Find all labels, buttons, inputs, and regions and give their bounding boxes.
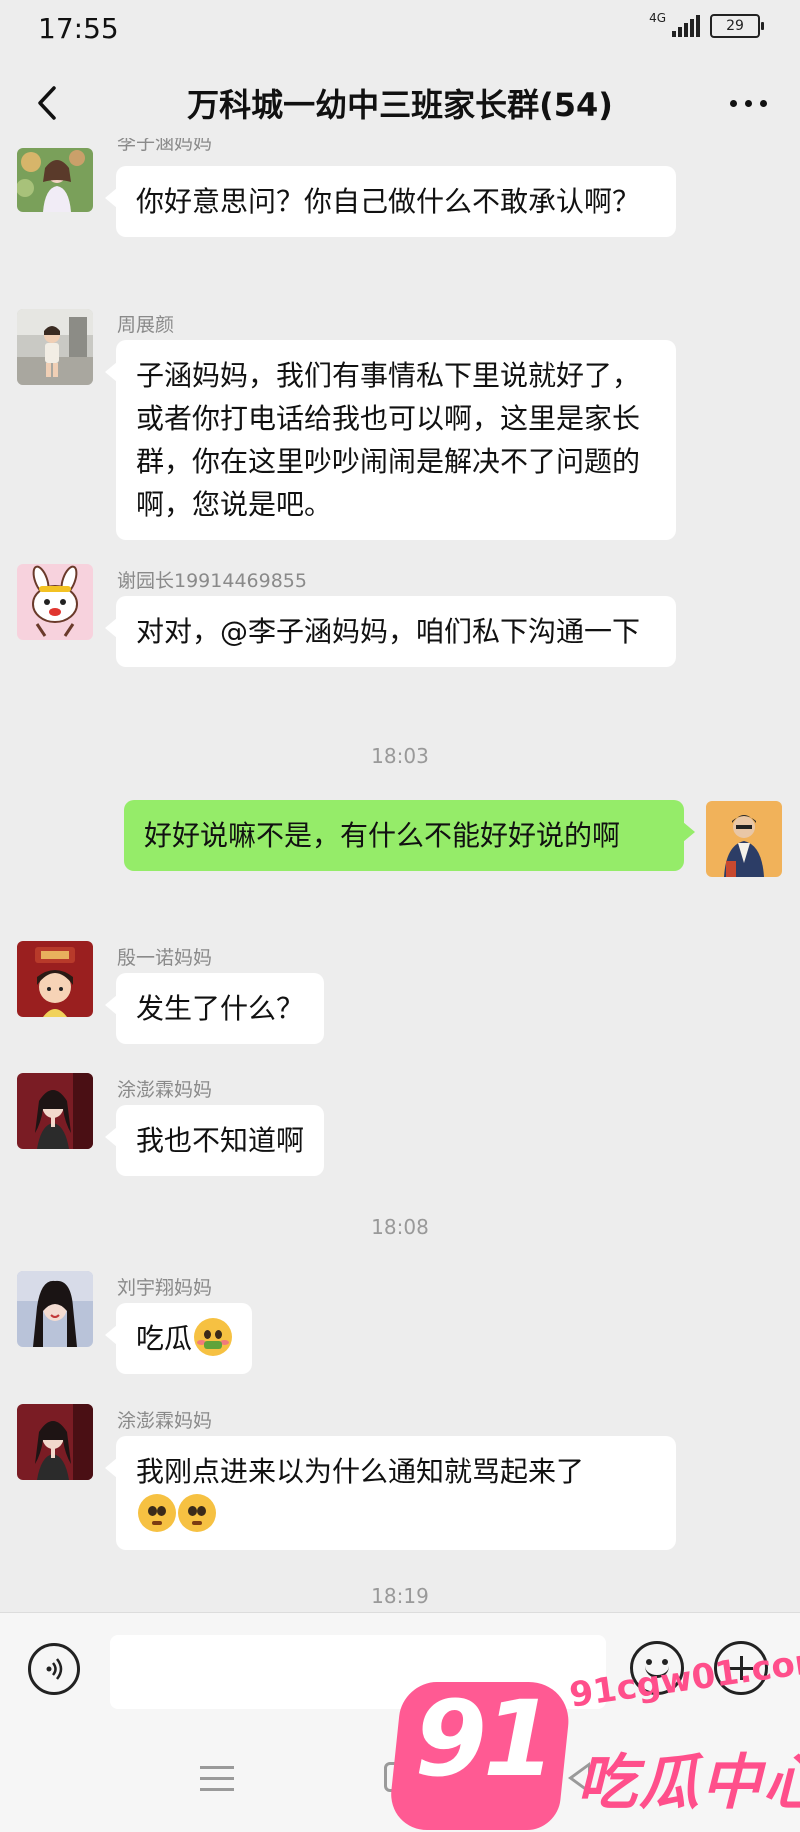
- sender-avatar[interactable]: [17, 1404, 93, 1480]
- pleading-face-emoji-icon: [178, 1494, 216, 1532]
- message-bubble[interactable]: 对对，@李子涵妈妈，咱们私下沟通一下: [105, 596, 676, 667]
- message-text: 我也不知道啊: [136, 1124, 305, 1157]
- avatar-cartoon-bunny-icon: [17, 564, 93, 640]
- watermark-url: 91cgw01.com: [567, 1639, 800, 1716]
- sender-name: 刘宇翔妈妈: [117, 1277, 213, 1299]
- sender-avatar[interactable]: [17, 941, 93, 1017]
- message-text: 子涵妈妈，我们有事情私下里说就好了，或者你打电话给我也可以啊，这里是家长群，你在…: [136, 359, 641, 521]
- watermark-logo: 91 91cgw01.com 吃瓜中心: [385, 1632, 800, 1832]
- more-dot-icon: [729, 99, 737, 107]
- more-dot-icon: [759, 99, 767, 107]
- message-bubble[interactable]: 你好意思问？你自己做什么不敢承认啊？: [105, 166, 676, 237]
- message-text: 好好说嘛不是，有什么不能好好说的啊: [144, 819, 621, 852]
- sender-name: 涂澎霖妈妈: [117, 1079, 213, 1101]
- message-text: 对对，@李子涵妈妈，咱们私下沟通一下: [136, 615, 641, 648]
- sender-avatar[interactable]: [17, 309, 93, 385]
- avatar-cartoon-girl-icon: [17, 941, 93, 1017]
- status-icons: 4G 29: [649, 11, 764, 38]
- status-bar: 17:55 4G 29: [0, 0, 800, 60]
- avatar-illustration-man-icon: [706, 801, 782, 877]
- my-avatar[interactable]: [706, 801, 782, 877]
- message-text: 发生了什么？: [136, 992, 305, 1025]
- sender-avatar[interactable]: [17, 148, 93, 212]
- watermark-name: 吃瓜中心: [577, 1748, 800, 1818]
- pleading-face-emoji-icon: [138, 1494, 176, 1532]
- battery-icon: 29: [710, 14, 764, 38]
- avatar-photo-woman-garden-icon: [17, 148, 93, 212]
- sender-name: 李子涵妈妈: [117, 138, 213, 152]
- time-divider: 18:03: [371, 744, 429, 768]
- time-divider: 18:19: [371, 1584, 429, 1608]
- eating-melon-emoji-icon: [194, 1318, 233, 1356]
- chat-title: 万科城一幼中三班家长群(54): [187, 86, 613, 124]
- avatar-photo-woman-red-icon: [17, 1404, 93, 1480]
- message-bubble[interactable]: 我也不知道啊: [104, 1105, 325, 1176]
- menu-icon[interactable]: [200, 1766, 234, 1799]
- message-text: 我刚点进来以为什么通知就骂起来了: [136, 1455, 585, 1488]
- chat-screen: 17:55 4G 29 万科城一幼中三班家长群(54) 李子涵妈妈 你好意思问？…: [0, 0, 800, 1832]
- avatar-photo-woman-dark-hair-icon: [17, 1271, 93, 1347]
- message-bubble[interactable]: 我刚点进来以为什么通知就骂起来了: [105, 1436, 676, 1550]
- chat-header: 万科城一幼中三班家长群(54): [0, 62, 800, 146]
- message-bubble[interactable]: 发生了什么？: [104, 973, 325, 1044]
- status-time: 17:55: [38, 12, 119, 45]
- voice-button[interactable]: [28, 1643, 80, 1695]
- network-type: 4G: [649, 11, 666, 25]
- battery-level: 29: [726, 18, 744, 34]
- sender-name: 殷一诺妈妈: [117, 947, 213, 969]
- avatar-photo-child-icon: [17, 309, 93, 385]
- signal-icon: [672, 15, 700, 37]
- message-text: 吃瓜: [136, 1322, 193, 1355]
- watermark-number: 91: [414, 1678, 556, 1800]
- voice-icon: [46, 1658, 63, 1680]
- message-text: 你好意思问？你自己做什么不敢承认啊？: [136, 185, 641, 218]
- sender-avatar[interactable]: [17, 1271, 93, 1347]
- message-bubble[interactable]: 吃瓜: [104, 1303, 253, 1374]
- message-bubble[interactable]: 子涵妈妈，我们有事情私下里说就好了，或者你打电话给我也可以啊，这里是家长群，你在…: [105, 340, 676, 540]
- sender-name: 涂澎霖妈妈: [117, 1410, 213, 1432]
- avatar-photo-woman-red-icon: [17, 1073, 93, 1149]
- more-dot-icon: [744, 99, 752, 107]
- message-bubble-self[interactable]: 好好说嘛不是，有什么不能好好说的啊: [124, 800, 695, 871]
- time-divider: 18:08: [371, 1215, 429, 1239]
- sender-name: 周展颜: [117, 314, 175, 336]
- sender-name: 谢园长19914469855: [117, 570, 307, 592]
- more-button[interactable]: [718, 78, 778, 128]
- sender-avatar[interactable]: [17, 564, 93, 640]
- sender-avatar[interactable]: [17, 1073, 93, 1149]
